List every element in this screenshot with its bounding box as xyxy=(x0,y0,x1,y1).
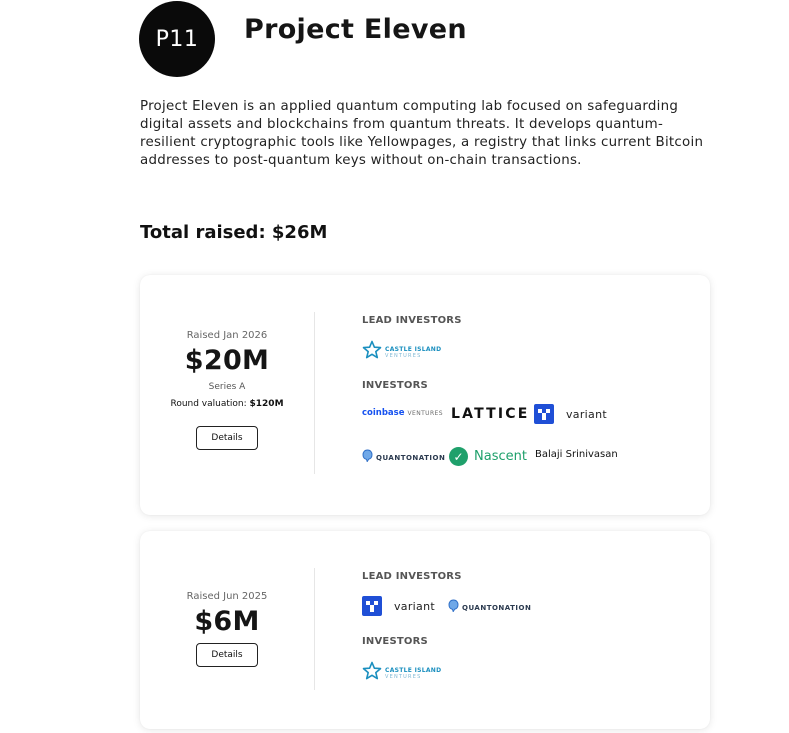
round-valuation: Round valuation: $120M xyxy=(140,399,314,409)
investor-coinbase-ventures[interactable]: coinbase VENTURES xyxy=(362,408,443,418)
balaji-name: Balaji Srinivasan xyxy=(535,449,618,460)
investors-heading: INVESTORS xyxy=(362,636,428,647)
details-button[interactable]: Details xyxy=(196,643,258,667)
round-valuation-value: $120M xyxy=(249,399,284,409)
funding-round-card: Raised Jun 2025 $6M Details LEAD INVESTO… xyxy=(140,531,710,729)
round-valuation-label: Round valuation: xyxy=(170,399,247,409)
quantonation-name: QUANTONATION xyxy=(376,454,446,462)
castle-island-star-icon xyxy=(362,340,382,365)
investor-nascent[interactable]: ✓ Nascent xyxy=(449,447,527,466)
round-summary: Raised Jun 2025 $6M Details xyxy=(140,591,314,667)
check-circle-icon: ✓ xyxy=(449,447,468,466)
round-amount: $20M xyxy=(184,345,270,376)
funding-round-card: Raised Jan 2026 $20M Series A Round valu… xyxy=(140,275,710,515)
coinbase-name: coinbase xyxy=(362,408,405,418)
investor-variant[interactable]: variant xyxy=(534,404,607,424)
series-label: Series A xyxy=(208,382,246,392)
investor-lattice[interactable]: LATTICE xyxy=(451,406,530,422)
investor-castle-island[interactable]: CASTLE ISLAND VENTURES xyxy=(362,661,441,686)
castle-island-star-icon xyxy=(362,661,382,686)
investor-quantonation[interactable]: QUANTONATION xyxy=(362,449,445,467)
card-divider xyxy=(314,568,315,690)
quantonation-name: QUANTONATION xyxy=(462,604,532,612)
details-button[interactable]: Details xyxy=(196,426,258,450)
company-name: Project Eleven xyxy=(244,14,467,45)
variant-logo-icon xyxy=(362,596,382,616)
nascent-name: Nascent xyxy=(474,449,527,464)
investor-balaji-srinivasan[interactable]: Balaji Srinivasan xyxy=(535,449,618,460)
company-description: Project Eleven is an applied quantum com… xyxy=(140,99,704,168)
castle-island-sub: VENTURES xyxy=(385,352,422,359)
castle-island-sub: VENTURES xyxy=(385,673,422,680)
round-amount: $6M xyxy=(194,606,260,637)
lead-investors-heading: LEAD INVESTORS xyxy=(362,315,462,326)
variant-name: variant xyxy=(566,407,607,421)
raised-date: Raised Jun 2025 xyxy=(186,591,268,602)
round-summary: Raised Jan 2026 $20M Series A Round valu… xyxy=(140,330,314,450)
castle-island-name: CASTLE ISLAND xyxy=(385,345,442,353)
investor-quantonation[interactable]: QUANTONATION xyxy=(448,599,531,617)
company-logo: P11 xyxy=(139,1,215,77)
investor-variant[interactable]: variant xyxy=(362,596,435,616)
lead-investors-heading: LEAD INVESTORS xyxy=(362,571,462,582)
variant-logo-icon xyxy=(534,404,554,424)
coinbase-sub: VENTURES xyxy=(407,409,443,417)
quantonation-q-icon xyxy=(448,599,459,617)
company-logo-text: P11 xyxy=(155,26,199,52)
lattice-name: LATTICE xyxy=(451,406,530,422)
castle-island-name: CASTLE ISLAND xyxy=(385,666,442,674)
quantonation-q-icon xyxy=(362,449,373,467)
card-divider xyxy=(314,312,315,474)
variant-name: variant xyxy=(394,599,435,613)
total-raised: Total raised: $26M xyxy=(140,222,328,243)
investor-castle-island[interactable]: CASTLE ISLAND VENTURES xyxy=(362,340,441,365)
raised-date: Raised Jan 2026 xyxy=(186,330,268,341)
investors-heading: INVESTORS xyxy=(362,380,428,391)
